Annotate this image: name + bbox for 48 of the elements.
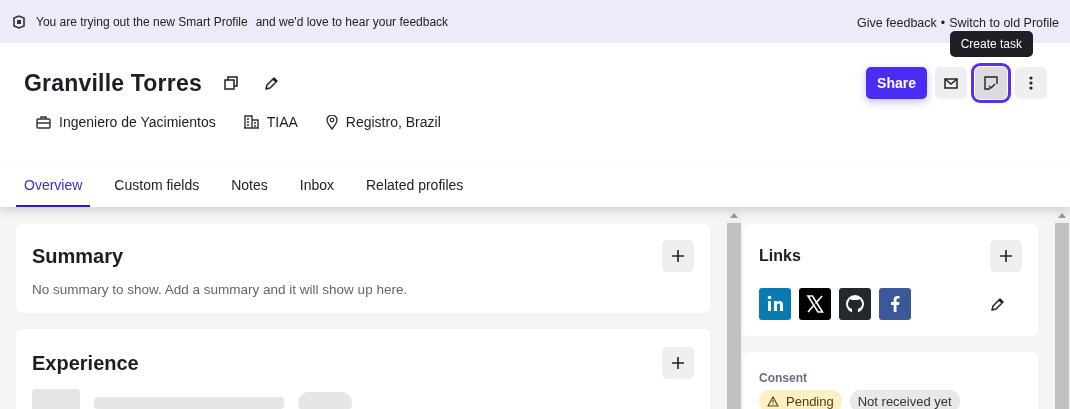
envelope-icon (944, 77, 958, 89)
profile-name: Granville Torres (24, 69, 202, 97)
empty-message: No summary to show. Add a summary and it will show up here. (32, 282, 409, 297)
plus-icon (671, 249, 685, 263)
banner-link[interactable]: Switch to old Profile (949, 16, 1059, 30)
briefcase-icon (36, 115, 51, 129)
section-title: Summary (32, 244, 124, 268)
task-icon (984, 76, 998, 90)
facebook-icon[interactable] (879, 288, 911, 320)
scrollbar[interactable] (1055, 207, 1069, 409)
skeleton-placeholder (298, 392, 352, 409)
add-button[interactable] (662, 240, 694, 272)
banner-submessage: and we'd love to hear your feedback (255, 14, 449, 29)
tooltip: Create task (949, 31, 1033, 57)
more-icon (1029, 76, 1033, 90)
plus-icon (671, 356, 685, 370)
logo-icon (12, 14, 26, 29)
tab[interactable]: Related profiles (358, 165, 472, 207)
location-pin-icon (325, 114, 338, 130)
profile-location: Registro, Brazil (345, 114, 441, 130)
separator-dot: • (940, 16, 946, 30)
section-title: Experience (32, 351, 139, 375)
plus-icon (999, 249, 1013, 263)
section-title: Links (759, 247, 801, 265)
github-icon[interactable] (839, 288, 871, 320)
pencil-icon[interactable] (263, 75, 279, 91)
pencil-icon[interactable] (990, 296, 1005, 312)
tab[interactable]: Notes (223, 165, 276, 207)
building-icon (243, 115, 259, 129)
email-button[interactable] (935, 67, 967, 99)
add-button[interactable] (662, 347, 694, 379)
status-badge: Not received yet (849, 390, 960, 409)
copy-icon[interactable] (223, 76, 238, 90)
scrollbar[interactable] (727, 207, 741, 409)
profile-job: Ingeniero de Yacimientos (59, 114, 216, 130)
status-badge: Pending (759, 390, 842, 409)
banner-message: You are trying out the new Smart Profile (36, 14, 248, 29)
warning-icon (767, 395, 779, 407)
add-button[interactable] (990, 240, 1022, 272)
profile-company: TIAA (266, 114, 298, 130)
tab[interactable]: Custom fields (106, 165, 208, 207)
consent-label: Consent (759, 371, 808, 385)
more-button[interactable] (1015, 67, 1047, 99)
tab[interactable]: Inbox (291, 165, 342, 207)
share-button[interactable]: Share (866, 67, 927, 99)
x-logo-icon[interactable] (799, 288, 831, 320)
linkedin-icon[interactable] (759, 288, 791, 320)
banner-link[interactable]: Give feedback (856, 16, 937, 30)
